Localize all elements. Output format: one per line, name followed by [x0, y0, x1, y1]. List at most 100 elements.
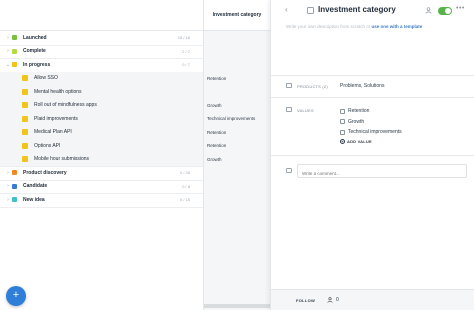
tree-feature-row[interactable]: Mental health options	[0, 85, 203, 99]
status-color-swatch	[12, 62, 17, 68]
status-color-swatch	[22, 115, 28, 122]
comment-input[interactable]	[297, 164, 467, 178]
tree-row-label: Mental health options	[34, 88, 82, 95]
value-item[interactable]: Growth	[340, 118, 364, 126]
status-color-swatch	[12, 170, 17, 176]
horizontal-scrollbar[interactable]	[204, 304, 271, 308]
chevron-right-icon[interactable]: ›	[4, 48, 12, 54]
status-color-swatch	[22, 75, 28, 82]
tree-row-label: Options API	[34, 142, 61, 149]
value-item[interactable]: Retention	[340, 107, 369, 115]
tree-status-row[interactable]: › Launched 18 / 18	[0, 31, 203, 45]
tree-feature-row[interactable]: Plaid improvements	[0, 112, 203, 126]
tree-row-label: Roll out of mindfulness apps	[34, 102, 97, 109]
status-color-swatch	[22, 88, 28, 95]
tree-row-label: New idea	[23, 196, 45, 203]
value-label: Growth	[348, 118, 365, 125]
tree-row-count: 0 / 28	[179, 170, 190, 176]
category-cell[interactable]: Technical improvements	[207, 112, 269, 126]
add-icon: +	[340, 139, 345, 144]
divider	[271, 75, 474, 76]
add-value-button[interactable]: + ADD VALUE	[340, 139, 372, 144]
more-options-icon[interactable]: •••	[456, 5, 465, 12]
tree-row-label: Product discovery	[23, 169, 67, 176]
tree-feature-row[interactable]: Options API	[0, 139, 203, 153]
products-value[interactable]: Problems, Solutions	[340, 83, 384, 89]
tree-row-label: Medical Plan API	[34, 129, 72, 136]
status-color-swatch	[22, 156, 28, 163]
tree-feature-row[interactable]: Medical Plan API	[0, 125, 203, 139]
feature-tree-panel: › Launched 18 / 18 › Complete 2 / 2 ⌄ In progre…	[0, 0, 203, 310]
description-text: Write your own description from scratch …	[286, 24, 371, 29]
status-color-swatch	[22, 129, 28, 136]
detail-title[interactable]: Investment category	[318, 5, 396, 14]
chevron-right-icon[interactable]: ›	[4, 183, 12, 189]
products-icon	[286, 83, 292, 88]
add-value-label: ADD VALUE	[347, 139, 372, 144]
tree-row-count: 0 / 8	[182, 183, 190, 189]
values-icon	[286, 107, 292, 112]
value-item[interactable]: Technical improvements	[340, 128, 402, 136]
tree-row-label: Complete	[23, 48, 46, 55]
value-icon	[340, 129, 345, 135]
status-color-swatch	[12, 197, 17, 203]
tree-feature-row[interactable]: Roll out of mindfulness apps	[0, 98, 203, 112]
category-cell[interactable]: Growth	[207, 153, 269, 167]
tree-row-label: Launched	[23, 34, 47, 41]
tree-row-count: 2 / 2	[182, 48, 190, 54]
add-fab-button[interactable]: +	[6, 286, 26, 306]
value-icon	[340, 108, 345, 114]
tree-row-count: 0 / 15	[179, 197, 190, 203]
column-type-icon	[307, 7, 314, 14]
tree-row-label: In progress	[23, 61, 51, 68]
comment-icon	[286, 168, 292, 173]
tree-row-count: 0 / 7	[182, 62, 190, 68]
tree-header	[0, 0, 203, 31]
follower-count: 0	[336, 297, 339, 303]
category-cell[interactable]: Retention	[207, 126, 269, 140]
status-color-swatch	[22, 102, 28, 109]
category-cell[interactable]: Retention	[207, 139, 269, 153]
status-color-swatch	[12, 35, 17, 41]
back-icon[interactable]: ‹	[285, 5, 288, 14]
tree-row-label: Plaid improvements	[34, 115, 78, 122]
tree-row-label: Candidate	[23, 183, 48, 190]
tree-status-row[interactable]: › Candidate 0 / 8	[0, 180, 203, 194]
category-cell[interactable]: Growth	[207, 99, 269, 113]
tree-status-row[interactable]: › New idea 0 / 15	[0, 193, 203, 207]
detail-header: ‹ Investment category •••	[271, 0, 474, 22]
chevron-right-icon[interactable]: ›	[4, 197, 12, 203]
row-divider	[0, 206, 203, 208]
detail-footer: FOLLOW 0	[271, 289, 474, 310]
description-placeholder[interactable]: Write your own description from scratch …	[286, 24, 422, 29]
status-color-swatch	[12, 183, 17, 189]
tree-status-row[interactable]: › Product discovery 0 / 28	[0, 166, 203, 180]
follow-button[interactable]: FOLLOW	[296, 298, 315, 303]
status-color-swatch	[22, 142, 28, 149]
tree-status-row[interactable]: ⌄ In progress 0 / 7	[0, 58, 203, 72]
tree-feature-row[interactable]: Allow SSO	[0, 71, 203, 85]
value-icon	[340, 119, 345, 124]
template-link[interactable]: use one with a template	[371, 24, 422, 29]
divider	[271, 97, 474, 98]
chevron-right-icon[interactable]: ›	[4, 35, 12, 41]
chevron-right-icon[interactable]: ›	[4, 170, 12, 176]
values-label: VALUES	[297, 108, 314, 113]
products-label: PRODUCTS (2)	[297, 84, 328, 89]
chevron-down-icon[interactable]: ⌄	[4, 62, 12, 68]
value-label: Retention	[348, 108, 370, 114]
value-label: Technical improvements	[348, 129, 402, 135]
category-cell[interactable]: Retention	[207, 72, 269, 86]
tree-feature-row[interactable]: Mobile hour submissions	[0, 152, 203, 166]
tree-row-count: 18 / 18	[177, 35, 190, 41]
follower-icon	[327, 297, 333, 303]
divider	[271, 155, 474, 156]
status-color-swatch	[12, 48, 17, 54]
investment-category-column: Investment category Retention Growth Techn…	[203, 0, 271, 310]
tree-row-label: Allow SSO	[34, 75, 58, 82]
column-header[interactable]: Investment category	[204, 0, 270, 31]
visibility-toggle[interactable]	[438, 7, 452, 15]
tree-status-row[interactable]: › Complete 2 / 2	[0, 45, 203, 59]
detail-panel: ‹ Investment category ••• Write your own…	[270, 0, 474, 310]
person-icon[interactable]	[425, 7, 432, 14]
